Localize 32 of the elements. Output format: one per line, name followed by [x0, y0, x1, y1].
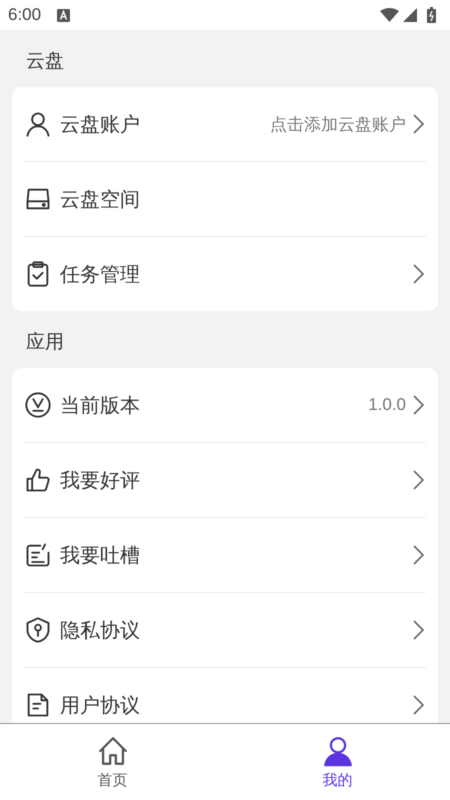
- row-label: 当前版本: [60, 394, 141, 418]
- version-icon: [24, 391, 52, 419]
- row-label: 用户协议: [60, 694, 141, 718]
- section-title: 云盘: [25, 50, 65, 74]
- row-value: 1.0.0: [368, 395, 406, 415]
- wifi-icon: [380, 8, 399, 22]
- row-label: 我要好评: [60, 468, 141, 494]
- settings-row[interactable]: 我要好评: [24, 443, 426, 518]
- notification-icon: [57, 8, 70, 22]
- tab[interactable]: 首页: [0, 724, 225, 800]
- person-icon: [24, 110, 52, 138]
- settings-row[interactable]: 用户协议: [24, 668, 426, 723]
- row-label: 云盘空间: [60, 188, 141, 212]
- status-time: 6:00: [8, 5, 42, 25]
- settings-row[interactable]: 当前版本 1.0.0: [24, 368, 426, 443]
- settings-row[interactable]: 云盘空间: [24, 162, 426, 237]
- row-label: 隐私协议: [60, 618, 141, 644]
- row-label: 云盘账户: [60, 112, 141, 138]
- settings-row[interactable]: 我要吐槽: [24, 518, 426, 593]
- signal-icon: [403, 8, 417, 22]
- tab[interactable]: 我的: [225, 724, 450, 800]
- row-label: 任务管理: [60, 262, 141, 288]
- settings-row[interactable]: 云盘账户 点击添加云盘账户: [24, 87, 426, 162]
- settings-row[interactable]: 隐私协议: [24, 593, 426, 668]
- row-label: 我要吐槽: [60, 544, 141, 568]
- battery-icon: [427, 7, 436, 23]
- settings-row[interactable]: 任务管理: [24, 237, 426, 311]
- edit-note-icon: [24, 541, 52, 569]
- section-title: 应用: [25, 331, 65, 355]
- shield-keyhole-icon: [24, 616, 52, 644]
- row-value: 点击添加云盘账户: [270, 114, 406, 136]
- thumbs-up-icon: [24, 466, 52, 494]
